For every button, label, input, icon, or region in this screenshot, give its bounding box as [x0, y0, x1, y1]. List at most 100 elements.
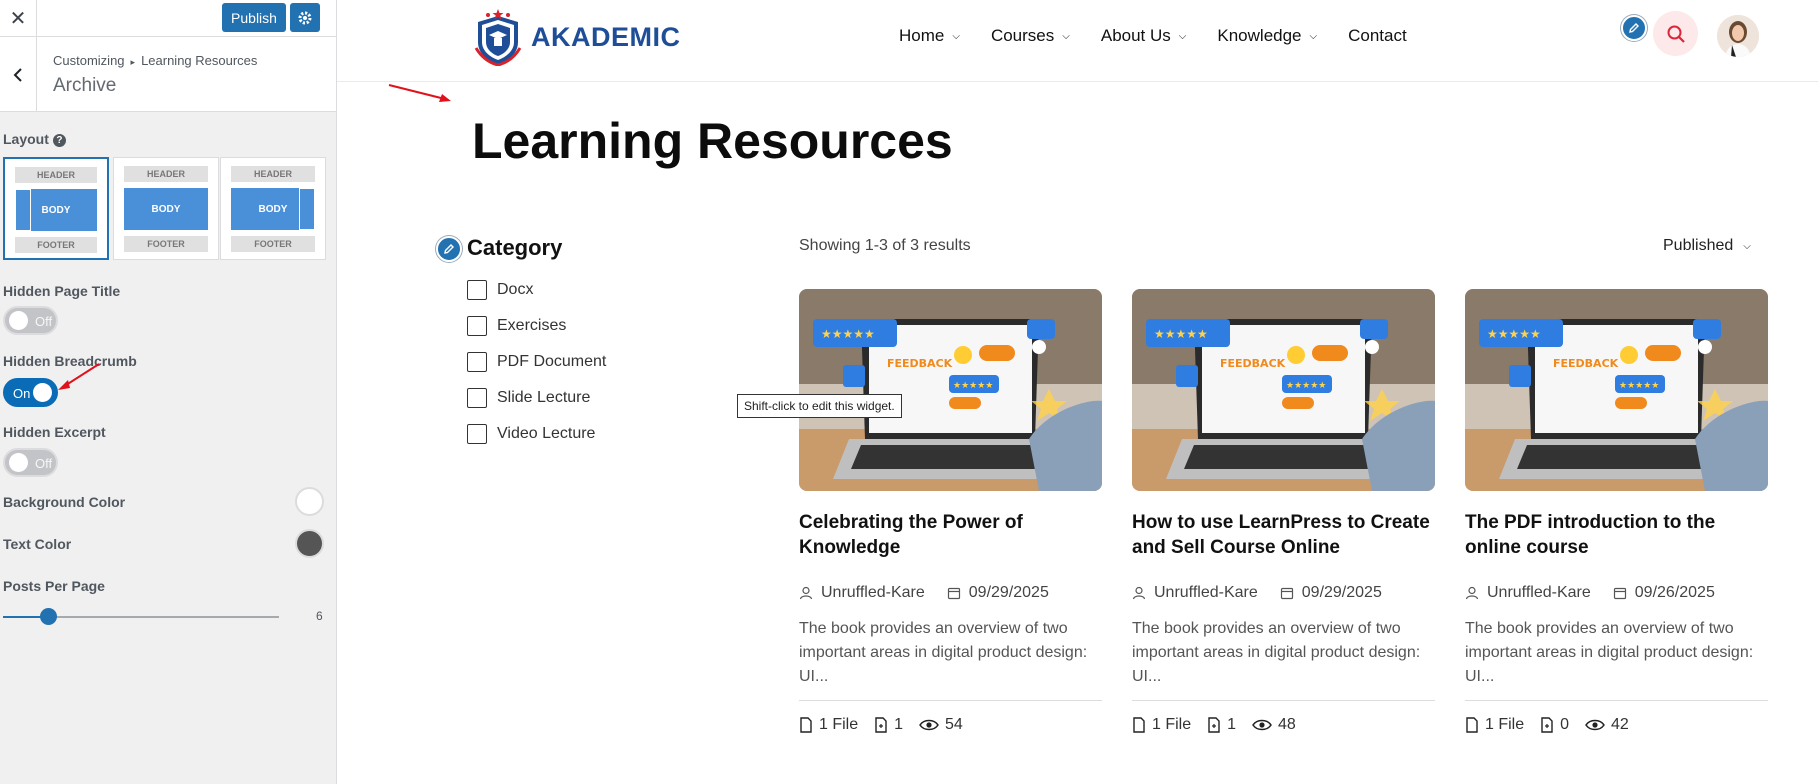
resource-thumbnail[interactable]: ★★★★★ FEEDBACK ★★★★★: [1132, 289, 1435, 491]
publish-settings-button[interactable]: [290, 3, 320, 32]
resource-title[interactable]: Celebrating the Power of Knowledge: [799, 510, 1102, 560]
nav-item-home[interactable]: Home ⌵: [899, 26, 960, 46]
resource-meta: Unruffled-Kare 09/29/2025: [1132, 584, 1382, 602]
nav-item-courses[interactable]: Courses ⌵: [991, 26, 1070, 46]
document-icon: [875, 717, 887, 733]
background-color-label: Background Color: [3, 494, 126, 510]
main-nav: Home ⌵ Courses ⌵ About Us ⌵ Knowledge ⌵ Cont…: [899, 26, 1438, 46]
text-color-swatch[interactable]: [295, 529, 324, 558]
layout-option-full[interactable]: HEADER BODY FOOTER: [3, 157, 109, 260]
category-filter-docx[interactable]: Docx: [467, 280, 533, 300]
category-filter-exercises[interactable]: Exercises: [467, 316, 566, 336]
sort-dropdown[interactable]: Published ⌵: [1663, 237, 1751, 255]
site-preview: AKADEMIC Home ⌵ Courses ⌵ About Us ⌵ Knowle…: [337, 0, 1818, 784]
eye-icon: [919, 719, 939, 731]
logo-text[interactable]: AKADEMIC: [531, 22, 681, 53]
layout-header-block: HEADER: [15, 167, 97, 183]
category-filter-pdf-document[interactable]: PDF Document: [467, 352, 606, 372]
chevron-down-icon: ⌵: [952, 30, 960, 42]
eye-icon: [1585, 719, 1605, 731]
file-icon: [1133, 717, 1145, 733]
nav-item-contact[interactable]: Contact: [1348, 26, 1407, 46]
divider: [1465, 700, 1768, 701]
hidden-page-title-toggle[interactable]: Off: [3, 306, 58, 335]
layout-option-no-sidebar[interactable]: HEADER BODY FOOTER: [113, 157, 219, 260]
divider: [799, 700, 1102, 701]
results-count: Showing 1-3 of 3 results: [799, 237, 971, 254]
resource-author[interactable]: Unruffled-Kare: [1487, 584, 1591, 602]
avatar-image: [1717, 15, 1759, 57]
hidden-page-title-label: Hidden Page Title: [3, 283, 121, 299]
hidden-excerpt-toggle[interactable]: Off: [3, 448, 58, 477]
pencil-icon: [1629, 23, 1639, 33]
background-color-swatch[interactable]: [295, 487, 324, 516]
nav-item-about-us[interactable]: About Us ⌵: [1101, 26, 1187, 46]
layout-label: Layout?: [3, 131, 66, 147]
posts-per-page-slider-handle[interactable]: [40, 608, 57, 625]
checkbox[interactable]: [467, 280, 487, 300]
resource-author[interactable]: Unruffled-Kare: [1154, 584, 1258, 602]
view-count: 48: [1278, 716, 1296, 733]
search-icon: [1667, 25, 1685, 43]
svg-text:FEEDBACK: FEEDBACK: [1220, 357, 1286, 370]
resource-excerpt: The book provides an overview of two imp…: [1132, 620, 1421, 685]
resource-thumbnail[interactable]: ★★★★★ FEEDBACK ★★★★★: [1465, 289, 1768, 491]
help-icon[interactable]: ?: [52, 134, 66, 147]
pencil-icon: [444, 244, 454, 254]
eye-icon: [1252, 719, 1272, 731]
akademic-logo-icon[interactable]: [472, 8, 524, 66]
user-icon: [1132, 586, 1146, 600]
section-header: Customizing ▸ Learning Resources Archive: [0, 37, 336, 112]
chevron-down-icon: ⌵: [1743, 240, 1751, 252]
toggle-state: Off: [35, 314, 53, 329]
category-filter-video-lecture[interactable]: Video Lecture: [467, 424, 595, 444]
panel-title: Archive: [53, 75, 117, 96]
resource-author[interactable]: Unruffled-Kare: [821, 584, 925, 602]
layout-header-block: HEADER: [124, 166, 208, 182]
posts-per-page-label: Posts Per Page: [3, 578, 105, 594]
category-filter-slide-lecture[interactable]: Slide Lecture: [467, 388, 590, 408]
customizer-header: ✕ Publish: [0, 0, 336, 37]
document-icon: [1541, 717, 1553, 733]
resource-date: 09/26/2025: [1634, 584, 1715, 601]
nav-item-knowledge[interactable]: Knowledge ⌵: [1217, 26, 1317, 46]
gear-icon: [298, 11, 312, 24]
edit-shortcut-header[interactable]: [1621, 15, 1647, 41]
back-button[interactable]: [0, 37, 37, 112]
search-button[interactable]: [1653, 11, 1698, 56]
resource-thumbnail[interactable]: ★★★★★ FEEDBACK ★★★★★: [799, 289, 1102, 491]
layout-left-sidebar-block: [15, 189, 31, 231]
checkbox[interactable]: [467, 424, 487, 444]
resource-title[interactable]: How to use LearnPress to Create and Sell…: [1132, 510, 1435, 560]
customizer-sidebar: ✕ Publish Customizing ▸ Learning Resources…: [0, 0, 337, 784]
hidden-excerpt-label: Hidden Excerpt: [3, 424, 106, 440]
checkbox[interactable]: [467, 388, 487, 408]
toggle-knob: [9, 453, 28, 472]
checkbox[interactable]: [467, 316, 487, 336]
resource-title[interactable]: The PDF introduction to the online cours…: [1465, 510, 1768, 560]
svg-text:FEEDBACK: FEEDBACK: [1553, 357, 1619, 370]
close-customizer-button[interactable]: ✕: [0, 0, 37, 37]
calendar-icon: [1280, 587, 1293, 600]
checkbox[interactable]: [467, 352, 487, 372]
svg-text:★★★★★: ★★★★★: [821, 327, 875, 341]
hidden-breadcrumb-toggle[interactable]: On: [3, 378, 58, 407]
calendar-icon: [1613, 587, 1626, 600]
page-title: Learning Resources: [472, 113, 953, 169]
svg-text:★★★★★: ★★★★★: [1487, 327, 1541, 341]
divider: [1132, 700, 1435, 701]
user-avatar[interactable]: [1717, 15, 1759, 57]
edit-shortcut-category[interactable]: [436, 236, 462, 262]
layout-option-right-sidebar[interactable]: HEADER BODY FOOTER: [220, 157, 326, 260]
publish-button[interactable]: Publish: [222, 3, 286, 32]
document-icon: [1208, 717, 1220, 733]
file-count: 1 File: [819, 716, 859, 733]
breadcrumb-separator: ▸: [130, 57, 136, 67]
widget-edit-tooltip: Shift-click to edit this widget.: [737, 394, 902, 418]
svg-text:★★★★★: ★★★★★: [953, 381, 993, 391]
breadcrumb: Customizing ▸ Learning Resources: [53, 53, 257, 68]
resource-meta: Unruffled-Kare 09/26/2025: [1465, 584, 1715, 602]
resource-excerpt: The book provides an overview of two imp…: [1465, 620, 1754, 685]
site-header: AKADEMIC Home ⌵ Courses ⌵ About Us ⌵ Knowle…: [337, 0, 1818, 82]
resource-stats: 1 File 1 54: [799, 716, 963, 734]
